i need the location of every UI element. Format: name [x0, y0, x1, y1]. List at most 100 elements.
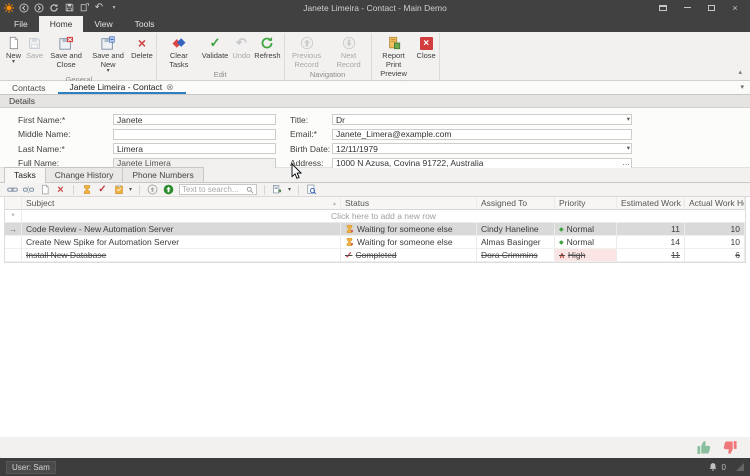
- qat-next-button[interactable]: [34, 3, 44, 13]
- address-field[interactable]: [332, 158, 632, 169]
- cell-subject[interactable]: Create New Spike for Automation Server: [22, 236, 341, 249]
- task-status-dropdown-icon[interactable]: ▾: [129, 186, 132, 193]
- column-header-actual[interactable]: Actual Work Hours: [685, 197, 745, 210]
- cell-assigned-to[interactable]: Almas Basinger: [477, 236, 555, 249]
- report-print-preview-button[interactable]: Report Print Preview: [373, 33, 415, 78]
- new-task-button[interactable]: [39, 184, 50, 195]
- middle-name-field[interactable]: [113, 129, 276, 140]
- cell-priority[interactable]: ◆ Normal: [555, 236, 617, 249]
- qat-customize-button[interactable]: ▾: [109, 3, 119, 13]
- qat-save-button[interactable]: [64, 3, 74, 13]
- link-task-button[interactable]: [7, 184, 18, 195]
- refresh-button[interactable]: Refresh: [252, 33, 282, 60]
- titlebar: ↶ ▾ Janete Limeira - Contact - Main Demo…: [0, 0, 750, 15]
- cell-priority[interactable]: ◆ Normal: [555, 223, 617, 236]
- previous-record-button[interactable]: Previous Record: [286, 33, 328, 69]
- next-record-button[interactable]: Next Record: [328, 33, 370, 69]
- save-and-close-button[interactable]: Save and Close: [45, 33, 87, 69]
- new-row[interactable]: * Click here to add a new row: [5, 210, 745, 223]
- doc-tab-contacts[interactable]: Contacts: [0, 81, 58, 94]
- cell-status[interactable]: ✓ Completed: [341, 249, 477, 262]
- cell-subject[interactable]: Install New Database: [22, 249, 341, 262]
- ellipsis-editor-button[interactable]: …: [622, 158, 630, 168]
- new-row-prompt[interactable]: Click here to add a new row: [22, 210, 745, 223]
- minimize-button[interactable]: [682, 3, 692, 13]
- search-input[interactable]: [182, 185, 246, 194]
- tab-change-history[interactable]: Change History: [45, 167, 124, 182]
- complete-task-button[interactable]: ✓: [97, 184, 108, 195]
- qat-save-new-button[interactable]: [79, 3, 89, 13]
- export-dropdown-icon[interactable]: ▾: [288, 186, 291, 193]
- close-view-label: Close: [417, 51, 436, 60]
- waiting-hourglass-icon: [345, 224, 354, 234]
- save-and-new-button[interactable]: Save and New ▾: [87, 33, 129, 74]
- cell-actual[interactable]: 10: [685, 236, 745, 249]
- table-row[interactable]: → Code Review - New Automation Server Wa…: [5, 223, 745, 236]
- tab-tools[interactable]: Tools: [124, 16, 166, 32]
- undo-button[interactable]: ↶ Undo: [230, 33, 252, 60]
- priority-increase-button[interactable]: [163, 184, 174, 195]
- maximize-button[interactable]: [706, 3, 716, 13]
- column-header-estimated[interactable]: Estimated Work H...: [617, 197, 685, 210]
- delete-button[interactable]: × Delete: [129, 33, 155, 60]
- thumbs-up-icon[interactable]: [696, 439, 713, 456]
- cell-status[interactable]: Waiting for someone else: [341, 223, 477, 236]
- birth-date-field[interactable]: [332, 143, 632, 154]
- clear-tasks-button[interactable]: Clear Tasks: [158, 33, 200, 69]
- first-name-field[interactable]: [113, 114, 276, 125]
- cell-estimated[interactable]: 11: [617, 223, 685, 236]
- save-button[interactable]: Save: [24, 33, 45, 60]
- column-header-assigned-to[interactable]: Assigned To: [477, 197, 555, 210]
- cell-actual[interactable]: 10: [685, 223, 745, 236]
- cell-priority[interactable]: ∧ High: [555, 249, 617, 262]
- column-header-subject[interactable]: Subject ▴: [22, 197, 341, 210]
- table-row[interactable]: Install New Database ✓ Completed Dora Cr…: [5, 249, 745, 262]
- cell-subject[interactable]: Code Review - New Automation Server: [22, 223, 341, 236]
- title-field[interactable]: [332, 114, 632, 125]
- close-view-button[interactable]: × Close: [415, 33, 438, 60]
- chevron-down-icon[interactable]: ▾: [627, 116, 630, 124]
- cell-assigned-to[interactable]: Cindy Haneline: [477, 223, 555, 236]
- email-field[interactable]: [332, 129, 632, 140]
- close-window-button[interactable]: ×: [730, 3, 740, 13]
- validate-check-icon: ✓: [207, 35, 224, 51]
- resize-grip[interactable]: [736, 463, 744, 471]
- table-row[interactable]: Create New Spike for Automation Server W…: [5, 236, 745, 249]
- qat-previous-button[interactable]: [19, 3, 29, 13]
- validate-button[interactable]: ✓ Validate: [200, 33, 231, 60]
- unlink-task-button[interactable]: [23, 184, 34, 195]
- postpone-task-button[interactable]: [81, 184, 92, 195]
- tab-phone-numbers[interactable]: Phone Numbers: [122, 167, 203, 182]
- column-header-priority[interactable]: Priority: [555, 197, 617, 210]
- qat-refresh-button[interactable]: [49, 3, 59, 13]
- middle-name-label: Middle Name:: [18, 129, 113, 139]
- notifications-bell-icon[interactable]: [708, 462, 718, 472]
- close-tab-icon[interactable]: ⊗: [166, 82, 174, 93]
- column-header-status[interactable]: Status: [341, 197, 477, 210]
- tab-home[interactable]: Home: [39, 16, 84, 32]
- doc-tab-current[interactable]: Janete Limeira - Contact ⊗: [58, 81, 186, 94]
- priority-decrease-button[interactable]: [147, 184, 158, 195]
- cell-assigned-to[interactable]: Dora Crimmins: [477, 249, 555, 262]
- thumbs-down-icon[interactable]: [721, 439, 738, 456]
- tab-file[interactable]: File: [3, 16, 39, 32]
- details-group-header[interactable]: Details: [0, 95, 750, 108]
- cell-estimated[interactable]: 14: [617, 236, 685, 249]
- collapse-ribbon-button[interactable]: ▴: [738, 68, 742, 76]
- window-options-button[interactable]: [658, 3, 668, 13]
- new-button[interactable]: New ▾: [3, 33, 24, 65]
- delete-task-button[interactable]: ×: [55, 184, 66, 195]
- task-status-button[interactable]: [113, 184, 124, 195]
- tab-list-dropdown-button[interactable]: ▾: [740, 83, 744, 91]
- search-box[interactable]: [179, 184, 257, 195]
- cell-estimated[interactable]: 11: [617, 249, 685, 262]
- tab-tasks[interactable]: Tasks: [4, 167, 46, 183]
- last-name-field[interactable]: [113, 143, 276, 154]
- print-preview-button[interactable]: [306, 184, 317, 195]
- tab-view[interactable]: View: [83, 16, 123, 32]
- chevron-down-icon[interactable]: ▾: [627, 145, 630, 153]
- qat-undo-button[interactable]: ↶: [94, 3, 104, 13]
- cell-actual[interactable]: 6: [685, 249, 745, 262]
- export-button[interactable]: [272, 184, 283, 195]
- cell-status[interactable]: Waiting for someone else: [341, 236, 477, 249]
